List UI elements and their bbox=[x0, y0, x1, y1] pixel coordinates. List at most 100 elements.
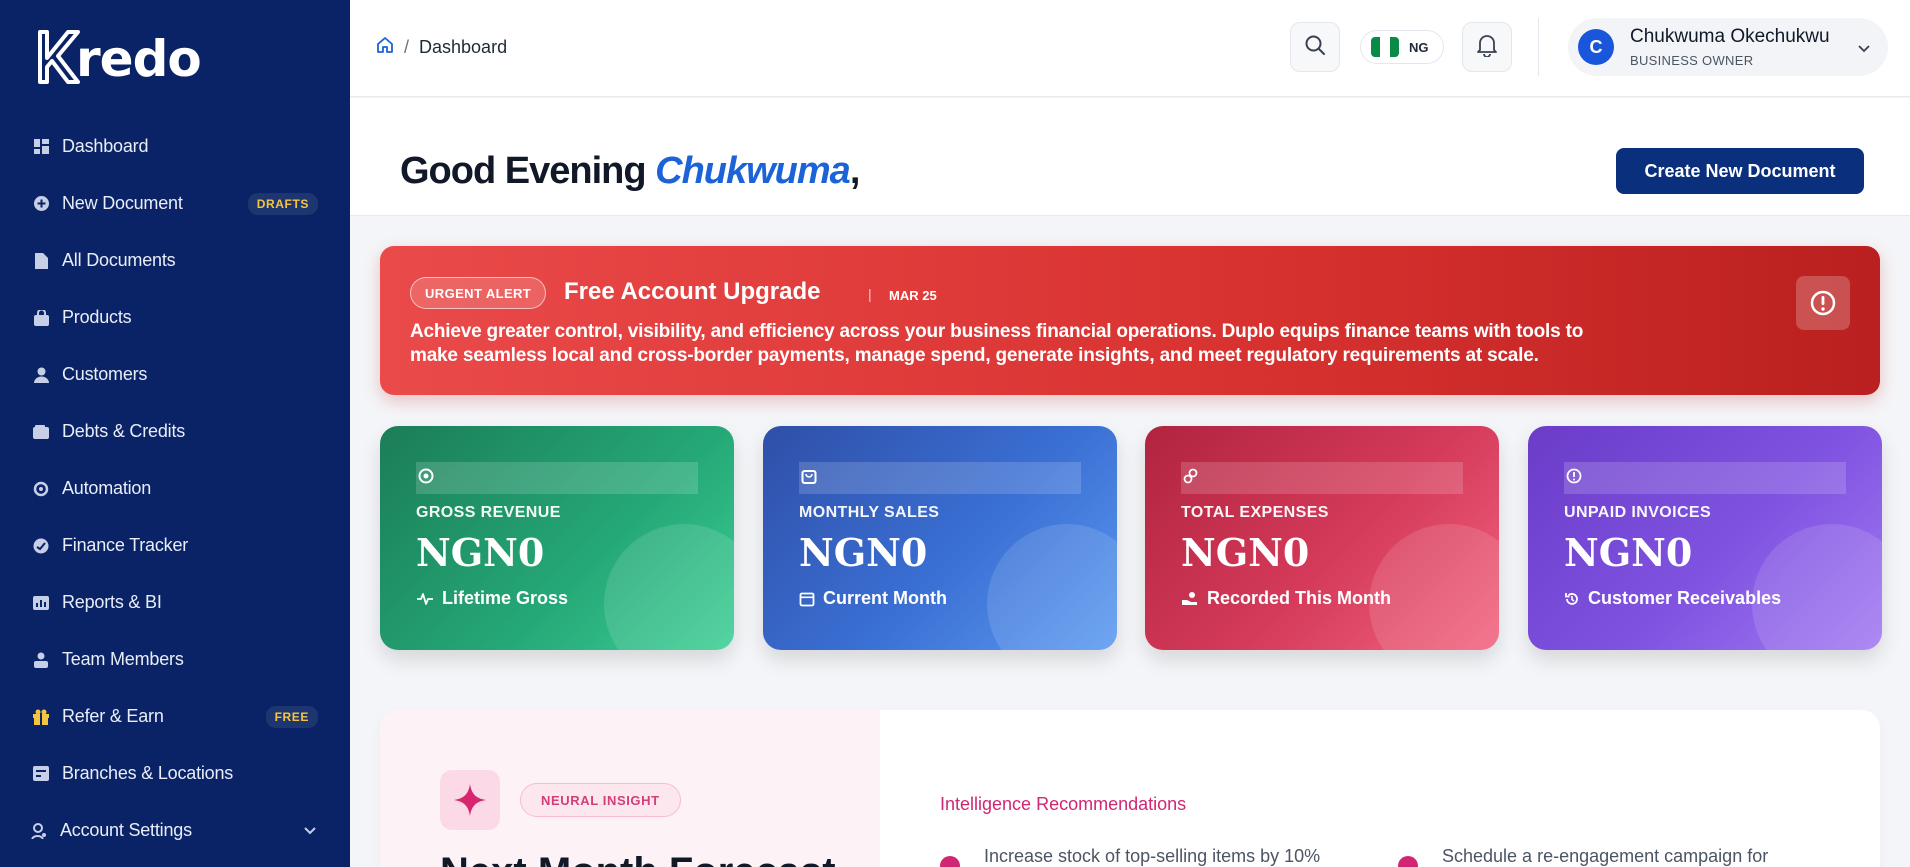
sidebar-item-refer-earn[interactable]: Refer & Earn FREE bbox=[0, 688, 350, 745]
notifications-button[interactable] bbox=[1462, 22, 1512, 72]
sidebar-item-label: Dashboard bbox=[62, 136, 149, 156]
team-icon bbox=[33, 652, 49, 668]
sidebar-item-reports-bi[interactable]: Reports & BI bbox=[0, 574, 350, 631]
recommendation-item: Increase stock of top-selling items by 1… bbox=[940, 846, 1320, 867]
alert-circle-icon[interactable] bbox=[1796, 276, 1850, 330]
alert-date: MAR 25 bbox=[889, 288, 937, 303]
sidebar-item-finance-tracker[interactable]: Finance Tracker bbox=[0, 517, 350, 574]
stat-label: TOTAL EXPENSES bbox=[1181, 504, 1329, 521]
sidebar-item-customers[interactable]: Customers bbox=[0, 346, 350, 403]
user-cog-icon bbox=[31, 822, 47, 839]
country-selector[interactable]: NG bbox=[1360, 30, 1444, 64]
top-bar: / Dashboard NG C Chukwuma Okechukwu BUSI… bbox=[350, 0, 1910, 97]
check-icon bbox=[1398, 856, 1418, 867]
user-name: Chukwuma Okechukwu bbox=[1630, 26, 1830, 47]
stat-card-monthly-sales[interactable]: MONTHLY SALES NGN0 Current Month bbox=[763, 426, 1117, 650]
nigeria-flag-icon bbox=[1371, 37, 1399, 57]
stat-subtitle: Lifetime Gross bbox=[416, 588, 568, 609]
alert-title: Free Account Upgrade bbox=[564, 278, 821, 305]
sidebar-item-branches-locations[interactable]: Branches & Locations bbox=[0, 745, 350, 802]
decorative-circle bbox=[987, 524, 1117, 650]
alert-circle-icon bbox=[1566, 468, 1582, 489]
sidebar-item-debts-credits[interactable]: Debts & Credits bbox=[0, 403, 350, 460]
neural-insight-panel: NEURAL INSIGHT Next Month Forecast Intel… bbox=[380, 710, 1880, 867]
sidebar-nav: Dashboard New Document DRAFTS All Docume… bbox=[0, 118, 350, 859]
shopping-bag-icon bbox=[801, 468, 817, 489]
sidebar-item-label: Account Settings bbox=[60, 820, 192, 840]
sidebar-item-account-settings[interactable]: Account Settings bbox=[0, 802, 350, 859]
stat-card-unpaid-invoices[interactable]: UNPAID INVOICES NGN0 Customer Receivable… bbox=[1528, 426, 1882, 650]
stat-icon-bar bbox=[799, 462, 1081, 494]
stat-icon-bar bbox=[1564, 462, 1846, 494]
decorative-circle bbox=[1752, 524, 1882, 650]
sidebar-item-dashboard[interactable]: Dashboard bbox=[0, 118, 350, 175]
greeting-prefix: Good Evening bbox=[400, 150, 647, 192]
drafts-badge: DRAFTS bbox=[247, 193, 318, 215]
stat-card-gross-revenue[interactable]: GROSS REVENUE NGN0 Lifetime Gross bbox=[380, 426, 734, 650]
hand-coins-icon bbox=[1182, 591, 1197, 605]
target-icon bbox=[418, 468, 434, 489]
sidebar-item-label: Finance Tracker bbox=[62, 535, 189, 555]
decorative-circle bbox=[604, 524, 734, 650]
sidebar-item-team-members[interactable]: Team Members bbox=[0, 631, 350, 688]
alert-separator: | bbox=[868, 286, 872, 302]
user-icon bbox=[33, 367, 49, 383]
stat-icon-bar bbox=[416, 462, 698, 494]
sidebar-item-label: Reports & BI bbox=[62, 592, 162, 612]
search-icon bbox=[1304, 34, 1326, 61]
search-button[interactable] bbox=[1290, 22, 1340, 72]
grid-icon bbox=[33, 139, 49, 155]
sidebar-item-products[interactable]: Products bbox=[0, 289, 350, 346]
sidebar-item-label: Refer & Earn bbox=[62, 706, 164, 726]
decorative-circle bbox=[1369, 524, 1499, 650]
sidebar-item-label: Products bbox=[62, 307, 132, 327]
sidebar-item-label: Team Members bbox=[62, 649, 184, 669]
greeting-suffix: , bbox=[849, 150, 861, 192]
brand-wordmark: redo bbox=[76, 30, 202, 88]
forecast-section: NEURAL INSIGHT Next Month Forecast bbox=[380, 710, 880, 867]
chart-icon bbox=[33, 595, 49, 611]
stat-subtitle-text: Lifetime Gross bbox=[442, 588, 569, 608]
sparkle-icon bbox=[440, 770, 500, 830]
sidebar-item-automation[interactable]: Automation bbox=[0, 460, 350, 517]
stat-card-total-expenses[interactable]: TOTAL EXPENSES NGN0 Recorded This Month bbox=[1145, 426, 1499, 650]
stat-icon-bar bbox=[1181, 462, 1463, 494]
brand-logo[interactable]: redo bbox=[34, 28, 202, 88]
sidebar-item-label: Branches & Locations bbox=[62, 763, 234, 783]
stat-value: NGN0 bbox=[416, 530, 545, 575]
free-badge: FREE bbox=[265, 706, 318, 728]
avatar: C bbox=[1578, 29, 1614, 65]
stat-subtitle: Recorded This Month bbox=[1181, 588, 1391, 609]
bell-icon bbox=[1476, 33, 1498, 62]
sidebar: redo Dashboard New Document DRAFTS All D… bbox=[0, 0, 350, 867]
chevron-down-icon bbox=[1858, 40, 1870, 58]
stat-value: NGN0 bbox=[1181, 530, 1310, 575]
urgent-alert-banner: URGENT ALERT Free Account Upgrade | MAR … bbox=[380, 246, 1880, 395]
create-new-document-button[interactable]: Create New Document bbox=[1616, 148, 1864, 194]
recommendation-item: Schedule a re-engagement campaign for bbox=[1398, 846, 1768, 867]
sidebar-item-label: All Documents bbox=[62, 250, 176, 270]
sidebar-item-label: Automation bbox=[62, 478, 152, 498]
stat-subtitle: Current Month bbox=[799, 588, 947, 609]
forecast-title: Next Month Forecast bbox=[440, 850, 836, 867]
sidebar-item-all-documents[interactable]: All Documents bbox=[0, 232, 350, 289]
sync-icon bbox=[33, 481, 49, 497]
urgent-alert-badge: URGENT ALERT bbox=[410, 277, 547, 309]
chevron-down-icon[interactable] bbox=[304, 822, 316, 840]
file-icon bbox=[33, 252, 49, 269]
history-icon bbox=[1565, 592, 1578, 605]
breadcrumb: / Dashboard bbox=[376, 36, 507, 59]
sidebar-item-new-document[interactable]: New Document DRAFTS bbox=[0, 175, 350, 232]
coins-icon bbox=[1183, 468, 1199, 489]
country-code: NG bbox=[1409, 39, 1429, 55]
user-profile-menu[interactable]: C Chukwuma Okechukwu BUSINESS OWNER bbox=[1568, 18, 1888, 76]
sidebar-item-label: New Document bbox=[62, 193, 183, 213]
stat-label: MONTHLY SALES bbox=[799, 504, 940, 521]
home-icon[interactable] bbox=[376, 36, 394, 59]
calendar-icon bbox=[799, 592, 815, 606]
stat-value: NGN0 bbox=[799, 530, 928, 575]
page-title: Good Evening Chukwuma, bbox=[400, 150, 861, 193]
stat-label: UNPAID INVOICES bbox=[1564, 504, 1712, 521]
greeting-name: Chukwuma bbox=[655, 150, 851, 192]
bag-icon bbox=[33, 309, 49, 326]
